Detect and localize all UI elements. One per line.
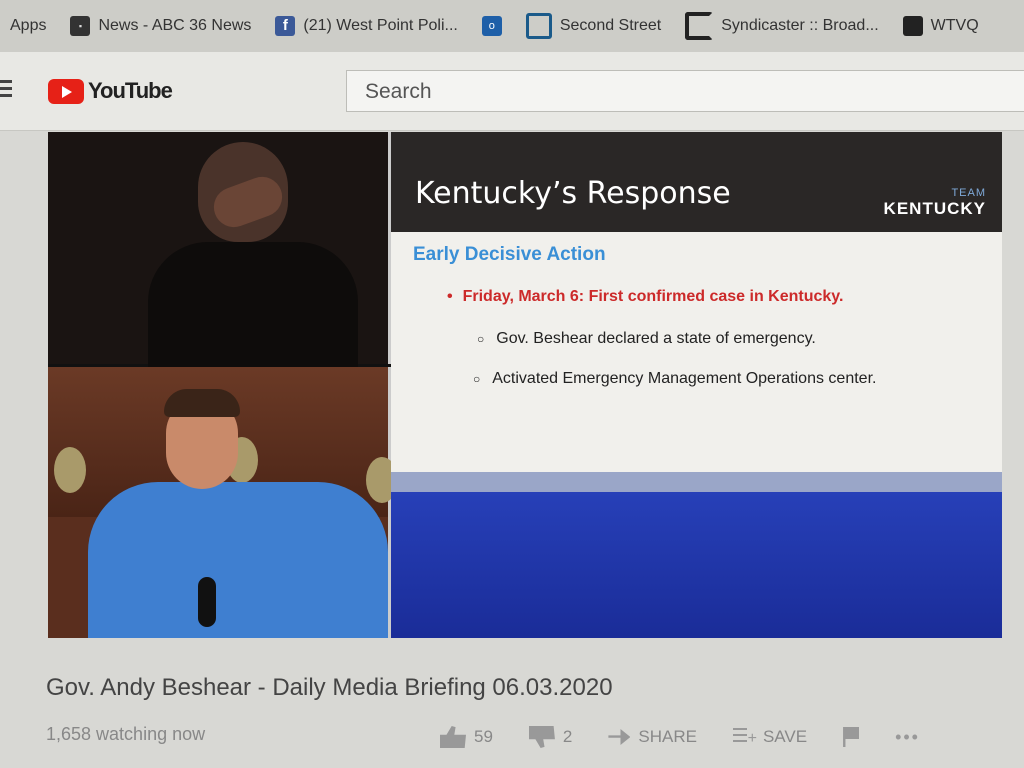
- video-title: Gov. Andy Beshear - Daily Media Briefing…: [46, 674, 613, 701]
- share-icon: [608, 729, 631, 745]
- save-button[interactable]: SAVE: [732, 727, 808, 748]
- more-icon: •••: [895, 726, 920, 747]
- news-icon: ▪: [70, 16, 91, 36]
- bookmark-west-point-police[interactable]: f (21) West Point Poli...: [265, 0, 471, 52]
- slide-stripe: [391, 472, 1002, 492]
- video-player[interactable]: Kentucky’s Response TEAM KENTUCKY Early …: [48, 132, 1002, 638]
- slide-footer-band: [391, 492, 1002, 638]
- report-button[interactable]: [843, 727, 860, 747]
- brand-team: TEAM: [951, 187, 986, 199]
- like-count: 59: [474, 727, 493, 746]
- thumbs-up-icon: [440, 726, 466, 748]
- youtube-play-icon: [48, 78, 84, 104]
- microphone: [198, 577, 216, 627]
- bookmark-syndicaster[interactable]: Syndicaster :: Broad...: [675, 0, 892, 52]
- dislike-button[interactable]: 2: [528, 726, 573, 748]
- brand-state: KENTUCKY: [883, 199, 986, 218]
- share-label: SHARE: [638, 727, 697, 746]
- bookmark-abc36-news[interactable]: ▪ News - ABC 36 News: [60, 0, 265, 52]
- slide-bullet-main: Friday, March 6: First confirmed case in…: [447, 288, 844, 306]
- youtube-header: YouTube: [0, 52, 1024, 131]
- bookmark-apps[interactable]: Apps: [0, 0, 60, 52]
- interpreter-video-pane: [48, 132, 391, 382]
- second-street-icon: [525, 13, 552, 39]
- search-input[interactable]: [347, 71, 1024, 113]
- share-button[interactable]: SHARE: [608, 727, 697, 747]
- slide-subtitle: Early Decisive Action: [413, 244, 606, 265]
- save-label: SAVE: [762, 727, 808, 746]
- thumbs-down-icon: [528, 726, 555, 748]
- interpreter-figure: [148, 242, 358, 382]
- menu-icon[interactable]: [0, 80, 12, 98]
- slide-bullet-sub: Activated Emergency Management Operation…: [473, 370, 876, 388]
- bookmark-second-street[interactable]: Second Street: [516, 0, 675, 52]
- team-kentucky-logo: TEAM KENTUCKY: [884, 187, 986, 219]
- like-button[interactable]: 59: [440, 726, 493, 748]
- bookmark-wtvq[interactable]: WTVQ: [893, 0, 993, 52]
- governor-figure: [88, 482, 388, 638]
- bookmark-label: WTVQ: [930, 17, 979, 34]
- youtube-logo[interactable]: YouTube: [48, 78, 173, 104]
- wtvq-icon: [902, 16, 923, 36]
- outlook-icon: o: [481, 16, 502, 36]
- bookmark-apps-label: Apps: [10, 17, 47, 34]
- search-box: [346, 70, 1024, 113]
- dislike-count: 2: [562, 727, 573, 746]
- bookmark-outlook[interactable]: o: [472, 0, 516, 52]
- presentation-slide: Kentucky’s Response TEAM KENTUCKY Early …: [391, 132, 1002, 638]
- bookmark-label: Second Street: [559, 17, 662, 34]
- syndicaster-icon: [685, 12, 714, 40]
- slide-title-bar: Kentucky’s Response TEAM KENTUCKY: [391, 132, 1002, 232]
- bookmark-label: (21) West Point Poli...: [303, 17, 458, 34]
- governor-video-pane: [48, 367, 398, 638]
- more-actions-button[interactable]: •••: [895, 727, 920, 748]
- view-count: 1,658 watching now: [46, 724, 206, 744]
- facebook-icon: f: [275, 16, 296, 36]
- wall-seal: [54, 447, 86, 493]
- bookmark-label: Syndicaster :: Broad...: [721, 17, 879, 34]
- flag-icon: [843, 727, 860, 747]
- slide-bullet-sub: Gov. Beshear declared a state of emergen…: [477, 330, 816, 348]
- governor-hair: [164, 389, 240, 417]
- slide-title: Kentucky’s Response: [415, 176, 731, 211]
- bookmark-label: News - ABC 36 News: [98, 17, 252, 34]
- video-actions: 59 2 SHARE SAVE •••: [440, 726, 956, 748]
- youtube-logo-text: YouTube: [88, 78, 173, 103]
- playlist-add-icon: [732, 728, 757, 748]
- bookmarks-bar: Apps ▪ News - ABC 36 News f (21) West Po…: [0, 0, 1024, 52]
